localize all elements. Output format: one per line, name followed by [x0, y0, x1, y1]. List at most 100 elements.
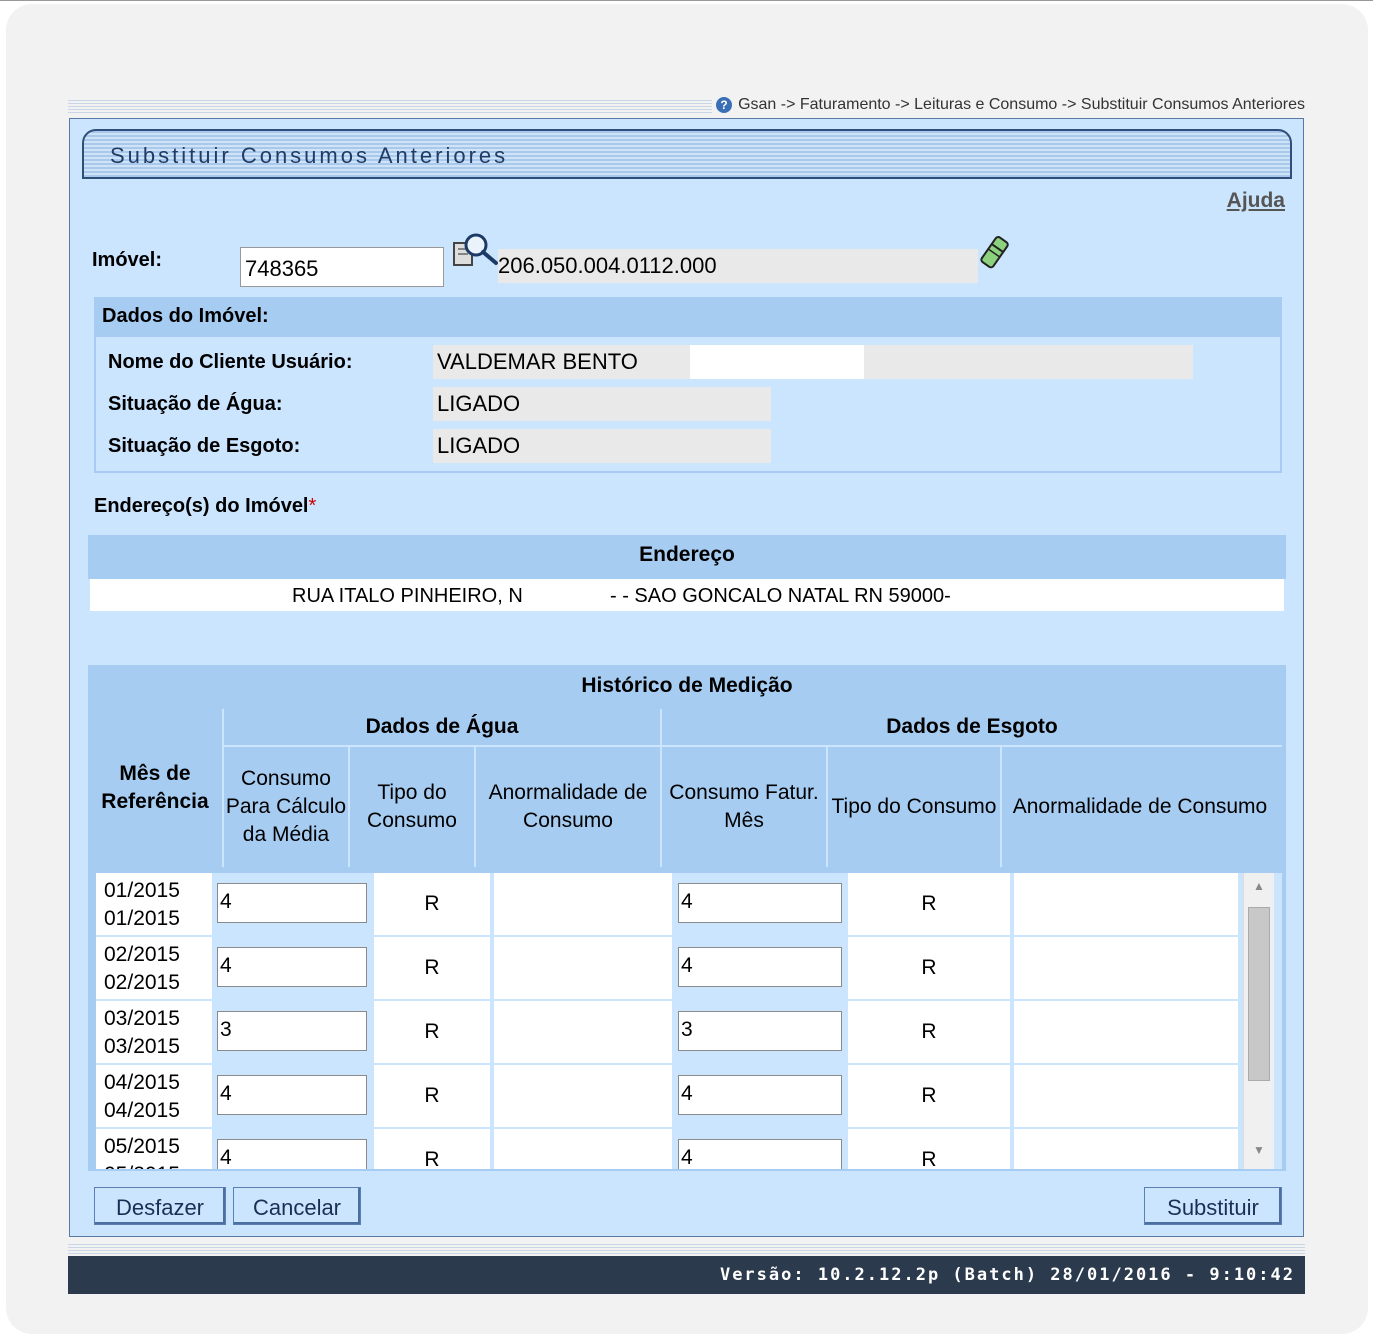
- nome-cliente-row: Nome do Cliente Usuário: VALDEMAR BENTO: [108, 345, 1268, 379]
- situacao-agua-value: LIGADO: [433, 387, 771, 421]
- main-panel: Substituir Consumos Anteriores Ajuda Imó…: [69, 118, 1304, 1237]
- col-consumo-fatur: Consumo Fatur. Mês: [669, 781, 819, 832]
- dados-imovel-header: Dados do Imóvel:: [96, 299, 1280, 337]
- eraser-icon[interactable]: [978, 235, 1010, 271]
- nome-cliente-text: VALDEMAR BENTO: [437, 349, 638, 374]
- esgoto-consumo-input[interactable]: 4: [678, 947, 842, 987]
- substituir-button[interactable]: Substituir: [1144, 1187, 1282, 1225]
- search-icon[interactable]: [452, 231, 498, 275]
- enderecos-table: Endereço RUA ITALO PINHEIRO, N - - SAO G…: [88, 535, 1286, 613]
- imovel-label: Imóvel:: [92, 249, 163, 271]
- enderecos-title-text: Endereço(s) do Imóvel: [94, 495, 309, 517]
- mes-referencia-cell: 05/2015 05/2015: [96, 1129, 212, 1169]
- mes-referencia-2: 02/2015: [104, 971, 180, 994]
- situacao-agua-label: Situação de Água:: [108, 393, 283, 415]
- enderecos-title: Endereço(s) do Imóvel*: [94, 495, 316, 518]
- col-tipo-consumo-agua: Tipo do Consumo: [367, 781, 457, 832]
- redacted-block: [690, 345, 864, 379]
- agua-anormalidade-cell: [494, 873, 672, 935]
- agua-anormalidade-cell: [494, 1065, 672, 1127]
- rows-scrollbar[interactable]: ▲ ▼: [1243, 873, 1274, 1169]
- historico-medicao: Histórico de Medição Dados de Água Dados…: [88, 665, 1286, 1171]
- agua-anormalidade-cell: [494, 1129, 672, 1169]
- desfazer-button[interactable]: Desfazer: [94, 1187, 226, 1225]
- esgoto-tipo-cell: R: [848, 937, 1010, 999]
- version-footer: Versão: 10.2.12.2p (Batch) 28/01/2016 - …: [68, 1256, 1305, 1294]
- agua-consumo-input[interactable]: 4: [217, 947, 367, 987]
- mes-referencia-2: 01/2015: [104, 907, 180, 930]
- esgoto-anormalidade-cell: [1014, 937, 1238, 999]
- table-row: 04/2015 04/2015 4 R 4 R: [96, 1065, 1246, 1129]
- scroll-thumb[interactable]: [1248, 907, 1270, 1081]
- footer-decoration: [68, 1244, 1305, 1254]
- agua-consumo-input[interactable]: 4: [217, 1075, 367, 1115]
- mes-referencia-1: 05/2015: [104, 1135, 180, 1158]
- mes-referencia-1: 01/2015: [104, 879, 180, 902]
- mes-referencia-1: 02/2015: [104, 943, 180, 966]
- table-row: 02/2015 02/2015 4 R 4 R: [96, 937, 1246, 1001]
- esgoto-tipo-cell: R: [848, 1001, 1010, 1063]
- col-anormalidade-esgoto: Anormalidade de Consumo: [1012, 795, 1268, 818]
- agua-tipo-cell: R: [374, 937, 490, 999]
- endereco-part1: RUA ITALO PINHEIRO, N: [292, 585, 523, 607]
- situacao-esgoto-label: Situação de Esgoto:: [108, 435, 301, 457]
- mes-referencia-2: 04/2015: [104, 1099, 180, 1122]
- cancelar-button[interactable]: Cancelar: [233, 1187, 361, 1225]
- endereco-part2: - - SAO GONCALO NATAL RN 59000-: [610, 585, 951, 607]
- mes-referencia-1: 03/2015: [104, 1007, 180, 1030]
- mes-referencia-2: 05/2015: [104, 1161, 212, 1169]
- breadcrumb: ? Gsan -> Faturamento -> Leituras e Cons…: [712, 96, 1305, 114]
- dados-imovel-box: Dados do Imóvel: Nome do Cliente Usuário…: [94, 297, 1282, 473]
- esgoto-anormalidade-cell: [1014, 1065, 1238, 1127]
- col-consumo-media: Consumo Para Cálculo da Média: [225, 767, 347, 846]
- situacao-agua-row: Situação de Água: LIGADO: [108, 387, 808, 421]
- esgoto-consumo-input[interactable]: 4: [678, 1075, 842, 1115]
- mes-referencia-cell: 01/2015 01/2015: [96, 873, 212, 935]
- agua-consumo-input[interactable]: 4: [217, 1139, 367, 1169]
- mes-referencia-cell: 02/2015 02/2015: [96, 937, 212, 999]
- historico-title: Histórico de Medição: [581, 674, 793, 697]
- esgoto-anormalidade-cell: [1014, 1001, 1238, 1063]
- situacao-esgoto-row: Situação de Esgoto: LIGADO: [108, 429, 808, 463]
- nome-cliente-label: Nome do Cliente Usuário:: [108, 351, 353, 373]
- table-row: 05/2015 05/2015 4 R 4 R: [96, 1129, 1246, 1169]
- historico-rows[interactable]: 01/2015 01/2015 4 R 4 R 02/2015 02/2015 …: [96, 873, 1282, 1169]
- scroll-down-icon[interactable]: ▼: [1244, 1143, 1274, 1157]
- endereco-column-header: Endereço: [88, 535, 1286, 579]
- required-mark: *: [308, 495, 317, 517]
- breadcrumb-text: Gsan -> Faturamento -> Leituras e Consum…: [738, 96, 1305, 113]
- agua-anormalidade-cell: [494, 937, 672, 999]
- table-row: 03/2015 03/2015 3 R 3 R: [96, 1001, 1246, 1065]
- help-circle-icon[interactable]: ?: [716, 97, 733, 113]
- col-anormalidade-agua: Anormalidade de Consumo: [488, 781, 648, 832]
- agua-tipo-cell: R: [374, 1001, 490, 1063]
- situacao-esgoto-value: LIGADO: [433, 429, 771, 463]
- help-link[interactable]: Ajuda: [1227, 189, 1285, 213]
- esgoto-tipo-cell: R: [848, 873, 1010, 935]
- agua-tipo-cell: R: [374, 1065, 490, 1127]
- esgoto-tipo-cell: R: [848, 1065, 1010, 1127]
- page-title: Substituir Consumos Anteriores: [110, 143, 509, 168]
- agua-tipo-cell: R: [374, 1129, 490, 1169]
- esgoto-tipo-cell: R: [848, 1129, 1010, 1169]
- esgoto-consumo-input[interactable]: 4: [678, 883, 842, 923]
- table-row: 01/2015 01/2015 4 R 4 R: [96, 873, 1246, 937]
- mes-referencia-cell: 03/2015 03/2015: [96, 1001, 212, 1063]
- esgoto-anormalidade-cell: [1014, 1129, 1238, 1169]
- agua-anormalidade-cell: [494, 1001, 672, 1063]
- mes-referencia-2: 03/2015: [104, 1035, 180, 1058]
- agua-consumo-input[interactable]: 4: [217, 883, 367, 923]
- esgoto-anormalidade-cell: [1014, 873, 1238, 935]
- mes-referencia-cell: 04/2015 04/2015: [96, 1065, 212, 1127]
- esgoto-consumo-input[interactable]: 3: [678, 1011, 842, 1051]
- agua-tipo-cell: R: [374, 873, 490, 935]
- imovel-input[interactable]: 748365: [240, 247, 444, 287]
- col-mes-referencia: Mês de Referência: [101, 762, 209, 813]
- endereco-row[interactable]: RUA ITALO PINHEIRO, N - - SAO GONCALO NA…: [88, 579, 1286, 613]
- col-tipo-consumo-esgoto: Tipo do Consumo: [831, 795, 997, 818]
- group-agua-header: Dados de Água: [365, 715, 519, 738]
- agua-consumo-input[interactable]: 3: [217, 1011, 367, 1051]
- inscricao-field: 206.050.004.0112.000: [498, 249, 978, 283]
- scroll-up-icon[interactable]: ▲: [1244, 879, 1274, 893]
- esgoto-consumo-input[interactable]: 4: [678, 1139, 842, 1169]
